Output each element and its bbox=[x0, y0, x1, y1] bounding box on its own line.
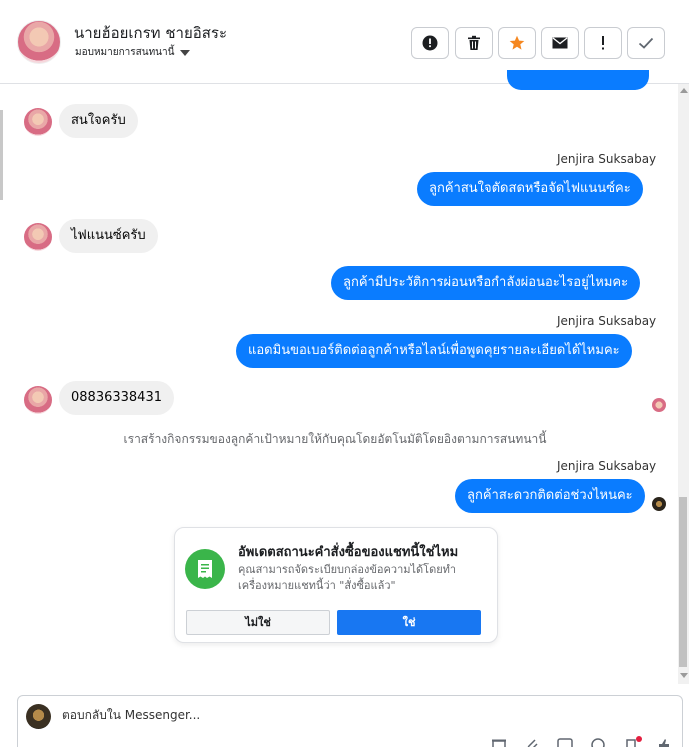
message-bubble-outgoing: ลูกค้าสะดวกติดต่อช่วงไหนคะ bbox=[455, 479, 645, 513]
like-icon[interactable] bbox=[656, 736, 672, 747]
sender-name: Jenjira Suksabay bbox=[557, 152, 657, 166]
emoji-icon[interactable] bbox=[590, 736, 606, 747]
mark-spam-button[interactable] bbox=[411, 27, 449, 59]
trash-icon bbox=[468, 35, 480, 50]
assign-conversation-dropdown[interactable]: มอบหมายการสนทนานี้ bbox=[75, 45, 191, 60]
caret-down-icon bbox=[180, 49, 191, 56]
message-bubble-outgoing: ลูกค้าสนใจตัดสดหรือจัดไฟแนนซ์คะ bbox=[417, 172, 643, 206]
seen-receipt-avatar bbox=[652, 398, 666, 412]
scroll-up-icon[interactable] bbox=[680, 88, 688, 93]
scroll-down-icon[interactable] bbox=[680, 673, 688, 678]
sender-name: Jenjira Suksabay bbox=[557, 459, 657, 473]
card-description: คุณสามารถจัดระเบียบกล่องข้อความได้โดยทำเ… bbox=[238, 563, 457, 592]
receipt-icon bbox=[185, 549, 225, 589]
message-bubble-incoming: 08836338431 bbox=[59, 381, 174, 415]
contact-avatar[interactable] bbox=[17, 20, 61, 64]
message-bubble-incoming: ไฟแนนซ์ครับ bbox=[59, 219, 158, 253]
envelope-icon bbox=[552, 37, 568, 49]
delete-button[interactable] bbox=[455, 27, 493, 59]
assign-label: มอบหมายการสนทนานี้ bbox=[75, 47, 175, 58]
message-bubble-outgoing: แอดมินขอเบอร์ติดต่อลูกค้าหรือไลน์เพื่อพู… bbox=[236, 334, 632, 368]
contact-name[interactable]: นายฮ้อยเกรท ชายอิสระ bbox=[74, 21, 227, 45]
message-bubble-outgoing-partial bbox=[507, 70, 649, 90]
gif-icon[interactable] bbox=[557, 736, 573, 747]
card-title: อัพเดตสถานะคำสั่งซื้อของแชทนี้ใช่ไหม bbox=[238, 545, 459, 560]
reply-input[interactable] bbox=[62, 708, 562, 722]
no-button[interactable]: ไม่ใช่ bbox=[186, 610, 330, 635]
contact-avatar-small bbox=[24, 386, 52, 414]
order-status-prompt-card: อัพเดตสถานะคำสั่งซื้อของแชทนี้ใช่ไหม คุณ… bbox=[174, 527, 498, 643]
star-icon bbox=[509, 35, 525, 50]
message-bubble-outgoing: ลูกค้ามีประวัติการผ่อนหรือกำลังผ่อนอะไรอ… bbox=[331, 266, 641, 300]
attachment-icon[interactable] bbox=[524, 736, 540, 747]
message-composer bbox=[17, 695, 683, 747]
check-icon bbox=[638, 37, 654, 49]
composer-toolbar bbox=[491, 736, 672, 747]
scrollbar-thumb[interactable] bbox=[679, 497, 687, 667]
gift-icon[interactable] bbox=[491, 736, 507, 747]
yes-button[interactable]: ใช่ bbox=[337, 610, 481, 635]
left-scrollbar[interactable] bbox=[0, 110, 3, 200]
mark-unread-button[interactable] bbox=[541, 27, 579, 59]
star-button[interactable] bbox=[498, 27, 536, 59]
contact-avatar-small bbox=[24, 223, 52, 251]
mark-done-button[interactable] bbox=[627, 27, 665, 59]
follow-up-button[interactable] bbox=[584, 27, 622, 59]
contact-avatar-small bbox=[24, 108, 52, 136]
page-avatar bbox=[26, 704, 51, 729]
notification-dot bbox=[636, 736, 642, 742]
message-bubble-incoming: สนใจครับ bbox=[59, 104, 138, 138]
sender-avatar-small bbox=[652, 497, 666, 511]
system-activity-note: เราสร้างกิจกรรมของลูกค้าเป้าหมายให้กับคุ… bbox=[123, 432, 547, 446]
sender-name: Jenjira Suksabay bbox=[557, 314, 657, 328]
alert-circle-icon bbox=[422, 35, 438, 51]
exclamation-icon bbox=[602, 36, 604, 50]
